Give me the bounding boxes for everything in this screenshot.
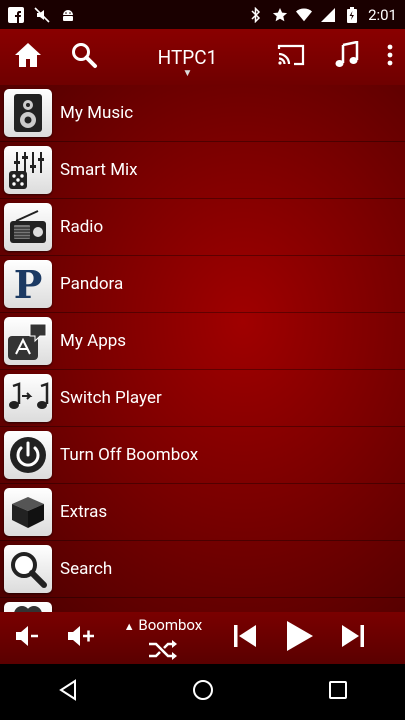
signal-icon (320, 7, 336, 23)
overflow-menu-button[interactable] (375, 29, 405, 85)
home-nav-button[interactable] (173, 664, 233, 720)
menu-item-label: Search (60, 559, 113, 579)
back-triangle-icon (57, 679, 79, 705)
apps-icon (4, 317, 52, 365)
facebook-icon (8, 6, 24, 23)
cast-button[interactable] (263, 29, 319, 85)
expand-caret-icon: ▲ (123, 620, 135, 633)
menu-item-label: Pandora (60, 274, 124, 294)
volume-down-button[interactable] (0, 612, 54, 664)
volume-up-icon (66, 622, 96, 654)
android-icon (60, 7, 76, 23)
recents-button[interactable] (308, 664, 368, 720)
menu-item-label: Turn Off Boombox (60, 445, 199, 465)
system-nav-bar (0, 664, 405, 720)
menu-item-label: My Apps (60, 331, 127, 351)
battery-icon (344, 6, 360, 23)
home-circle-icon (192, 679, 214, 705)
home-button[interactable] (0, 29, 56, 85)
volume-down-icon (13, 622, 41, 654)
radio-icon (4, 203, 52, 251)
back-button[interactable] (38, 664, 98, 720)
menu-item-pandora[interactable]: P Pandora (0, 256, 405, 313)
skip-next-icon (339, 622, 367, 654)
shuffle-icon[interactable] (148, 639, 178, 665)
mixer-dice-icon (4, 146, 52, 194)
search-button[interactable] (56, 29, 112, 85)
mute-icon (34, 6, 50, 23)
main-menu-list[interactable]: My Music Smart Mix Radio P Pandora My Ap… (0, 85, 405, 612)
partial-icon (4, 602, 52, 612)
menu-item-extras[interactable]: Extras (0, 484, 405, 541)
player-selector[interactable]: HTPC1 ▼ (112, 45, 263, 79)
dropdown-caret-icon: ▼ (182, 67, 193, 79)
menu-item-label: Radio (60, 217, 104, 237)
magnifier-icon (4, 545, 52, 593)
top-toolbar: HTPC1 ▼ (0, 29, 405, 85)
speaker-icon (4, 89, 52, 137)
menu-item-my-music[interactable]: My Music (0, 85, 405, 142)
menu-item-partial[interactable] (0, 598, 405, 612)
menu-item-label: Smart Mix (60, 160, 138, 180)
play-button[interactable] (272, 612, 326, 664)
status-bar: 2:01 (0, 0, 405, 29)
star-icon (272, 7, 288, 23)
previous-track-button[interactable] (218, 612, 272, 664)
power-icon (4, 431, 52, 479)
play-icon (284, 620, 314, 656)
home-icon (14, 41, 42, 73)
more-vert-icon (387, 44, 393, 70)
player-controls-bar: ▲ Boombox (0, 612, 405, 664)
wifi-icon (296, 7, 313, 23)
pandora-icon: P (4, 260, 52, 308)
device-label: Boombox (138, 616, 203, 634)
bluetooth-icon (248, 6, 264, 23)
now-playing-button[interactable] (319, 29, 375, 85)
music-note-icon (334, 40, 360, 73)
menu-item-label: Switch Player (60, 388, 162, 408)
now-playing-device[interactable]: ▲ Boombox (108, 612, 218, 664)
recents-square-icon (328, 680, 348, 704)
menu-item-search[interactable]: Search (0, 541, 405, 598)
search-icon (70, 41, 98, 73)
menu-item-turn-off-boombox[interactable]: Turn Off Boombox (0, 427, 405, 484)
status-time: 2:01 (368, 5, 397, 24)
switch-player-icon (4, 374, 52, 422)
next-track-button[interactable] (326, 612, 380, 664)
menu-item-switch-player[interactable]: Switch Player (0, 370, 405, 427)
menu-item-label: Extras (60, 502, 108, 522)
box-icon (4, 488, 52, 536)
cast-icon (276, 43, 306, 71)
svg-text:P: P (14, 264, 43, 304)
menu-item-label: My Music (60, 103, 134, 123)
volume-up-button[interactable] (54, 612, 108, 664)
page-title: HTPC1 (157, 45, 218, 69)
menu-item-smart-mix[interactable]: Smart Mix (0, 142, 405, 199)
skip-previous-icon (231, 622, 259, 654)
menu-item-radio[interactable]: Radio (0, 199, 405, 256)
menu-item-my-apps[interactable]: My Apps (0, 313, 405, 370)
